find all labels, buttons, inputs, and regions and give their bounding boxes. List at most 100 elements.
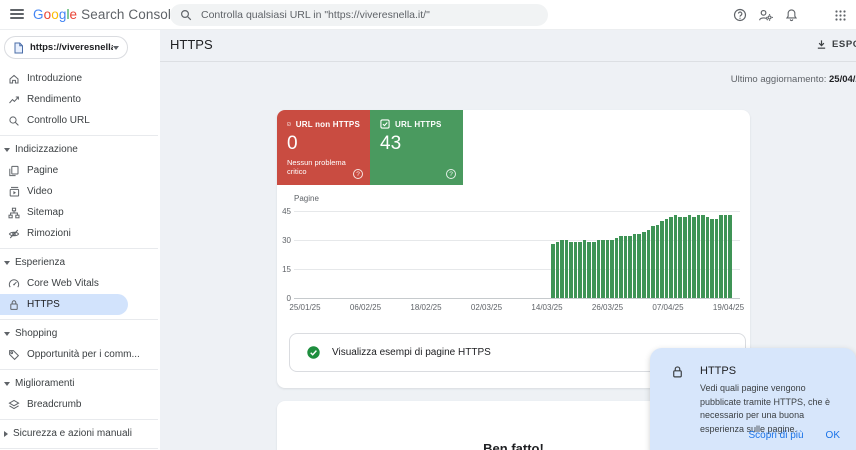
bar[interactable] [688,215,692,298]
bar[interactable] [642,232,646,298]
bar[interactable] [656,225,660,298]
sidebar-section-miglioramenti[interactable]: Miglioramenti [0,373,160,394]
divider [0,415,160,423]
bar[interactable] [683,217,687,298]
ok-button[interactable]: OK [826,430,840,441]
sidebar-item-https[interactable]: HTTPS [0,294,128,315]
bar[interactable] [719,215,723,298]
https-info-tooltip: HTTPS Vedi quali pagine vengono pubblica… [650,348,856,450]
x-axis-tick: 26/03/25 [586,303,630,312]
sidebar-item-pagine[interactable]: Pagine [0,160,160,181]
x-axis-tick: 06/02/25 [344,303,388,312]
chevron-down-icon [113,46,119,50]
bar[interactable] [569,242,573,298]
sidebar-item-label: HTTPS [27,299,60,310]
sidebar-item-opportunit-per-i-comm[interactable]: Opportunità per i comm... [0,344,160,365]
menu-icon[interactable] [10,9,24,20]
bar[interactable] [606,240,610,298]
chevron-down-icon [4,148,10,152]
tile-label: URL HTTPS [395,120,442,129]
bar[interactable] [601,240,605,298]
https-pages-chart: 453015025/01/2506/02/2518/02/2502/03/251… [294,211,740,298]
bar[interactable] [578,242,582,298]
sidebar-item-controllo-url[interactable]: Controllo URL [0,110,160,131]
bar[interactable] [583,240,587,298]
bar[interactable] [651,226,655,298]
bar[interactable] [610,240,614,298]
sidebar-section-shopping[interactable]: Shopping [0,323,160,344]
property-url: https://viveresnella.it/ [30,42,113,53]
bar[interactable] [701,215,705,298]
bar[interactable] [551,244,555,298]
bar[interactable] [728,215,732,298]
x-axis-tick: 02/03/25 [465,303,509,312]
google-search-console-app: GoogleSearch Console Controlla qualsiasi… [0,0,856,450]
bar[interactable] [574,242,578,298]
url-non-https-tile[interactable]: URL non HTTPS 0 Nessun problema critico … [277,110,370,185]
y-axis-tick: 0 [278,294,291,303]
bar[interactable] [633,234,637,298]
sidebar-item-sitemap[interactable]: Sitemap [0,202,160,223]
sidebar-item-introduzione[interactable]: Introduzione [0,68,160,89]
download-icon [816,39,827,50]
help-icon[interactable]: ? [446,169,456,179]
bar[interactable] [628,236,632,298]
gridline [294,298,740,299]
manage-users-icon[interactable] [758,8,773,23]
sidebar-section-label: Miglioramenti [15,378,74,389]
sidebar-item-core-web-vitals[interactable]: Core Web Vitals [0,273,160,294]
bar[interactable] [624,236,628,298]
bar[interactable] [678,217,682,298]
bar[interactable] [724,215,728,298]
y-axis-tick: 30 [278,236,291,245]
notifications-icon[interactable] [784,8,799,23]
apps-grid-icon[interactable] [833,8,848,23]
bar[interactable] [710,219,714,298]
sidebar-item-label: Video [27,186,52,197]
bar[interactable] [692,217,696,298]
bar[interactable] [697,215,701,298]
sidebar-item-rendimento[interactable]: Rendimento [0,89,160,110]
sidebar-section-esperienza[interactable]: Esperienza [0,252,160,273]
sidebar-item-label: Breadcrumb [27,399,81,410]
bar[interactable] [592,242,596,298]
check-circle-icon [307,346,320,359]
removals-icon [8,228,20,240]
sidebar-item-breadcrumb[interactable]: Breadcrumb [0,394,160,415]
sidebar-section-indicizzazione[interactable]: Indicizzazione [0,139,160,160]
bar[interactable] [660,221,664,298]
brand-product-name: Search Console [81,7,178,22]
bar[interactable] [669,217,673,298]
bar[interactable] [615,238,619,298]
breadcrumb-icon [8,399,20,411]
sidebar-item-label: Pagine [27,165,58,176]
url-inspection-search-input[interactable]: Controlla qualsiasi URL in "https://vive… [170,4,548,26]
url-https-tile[interactable]: URL HTTPS 43 ? [370,110,463,185]
x-axis-tick: 19/04/25 [707,303,751,312]
bar[interactable] [715,219,719,298]
bar[interactable] [560,240,564,298]
bar[interactable] [637,234,641,298]
property-selector[interactable]: https://viveresnella.it/ [4,36,128,59]
bar[interactable] [565,240,569,298]
sidebar-item-label: Sitemap [27,207,64,218]
bar[interactable] [706,217,710,298]
bar[interactable] [647,230,651,298]
bar[interactable] [619,236,623,298]
app-logo[interactable]: GoogleSearch Console [33,7,179,22]
help-icon[interactable] [732,8,747,23]
learn-more-link[interactable]: Scopri di più [749,430,804,441]
sidebar-item-rimozioni[interactable]: Rimozioni [0,223,160,244]
bar[interactable] [665,219,669,298]
sidebar-section-sicurezza-e-azioni-manuali[interactable]: Sicurezza e azioni manuali [0,423,160,444]
export-button[interactable]: ESPORTA [816,39,856,50]
bar[interactable] [587,242,591,298]
y-axis-tick: 15 [278,265,291,274]
bar[interactable] [674,215,678,298]
page-title: HTTPS [170,37,213,52]
sidebar-item-video[interactable]: Video [0,181,160,202]
chart-y-axis-label: Pagine [294,194,319,203]
help-icon[interactable]: ? [353,169,363,179]
bar[interactable] [556,242,560,298]
bar[interactable] [597,240,601,298]
